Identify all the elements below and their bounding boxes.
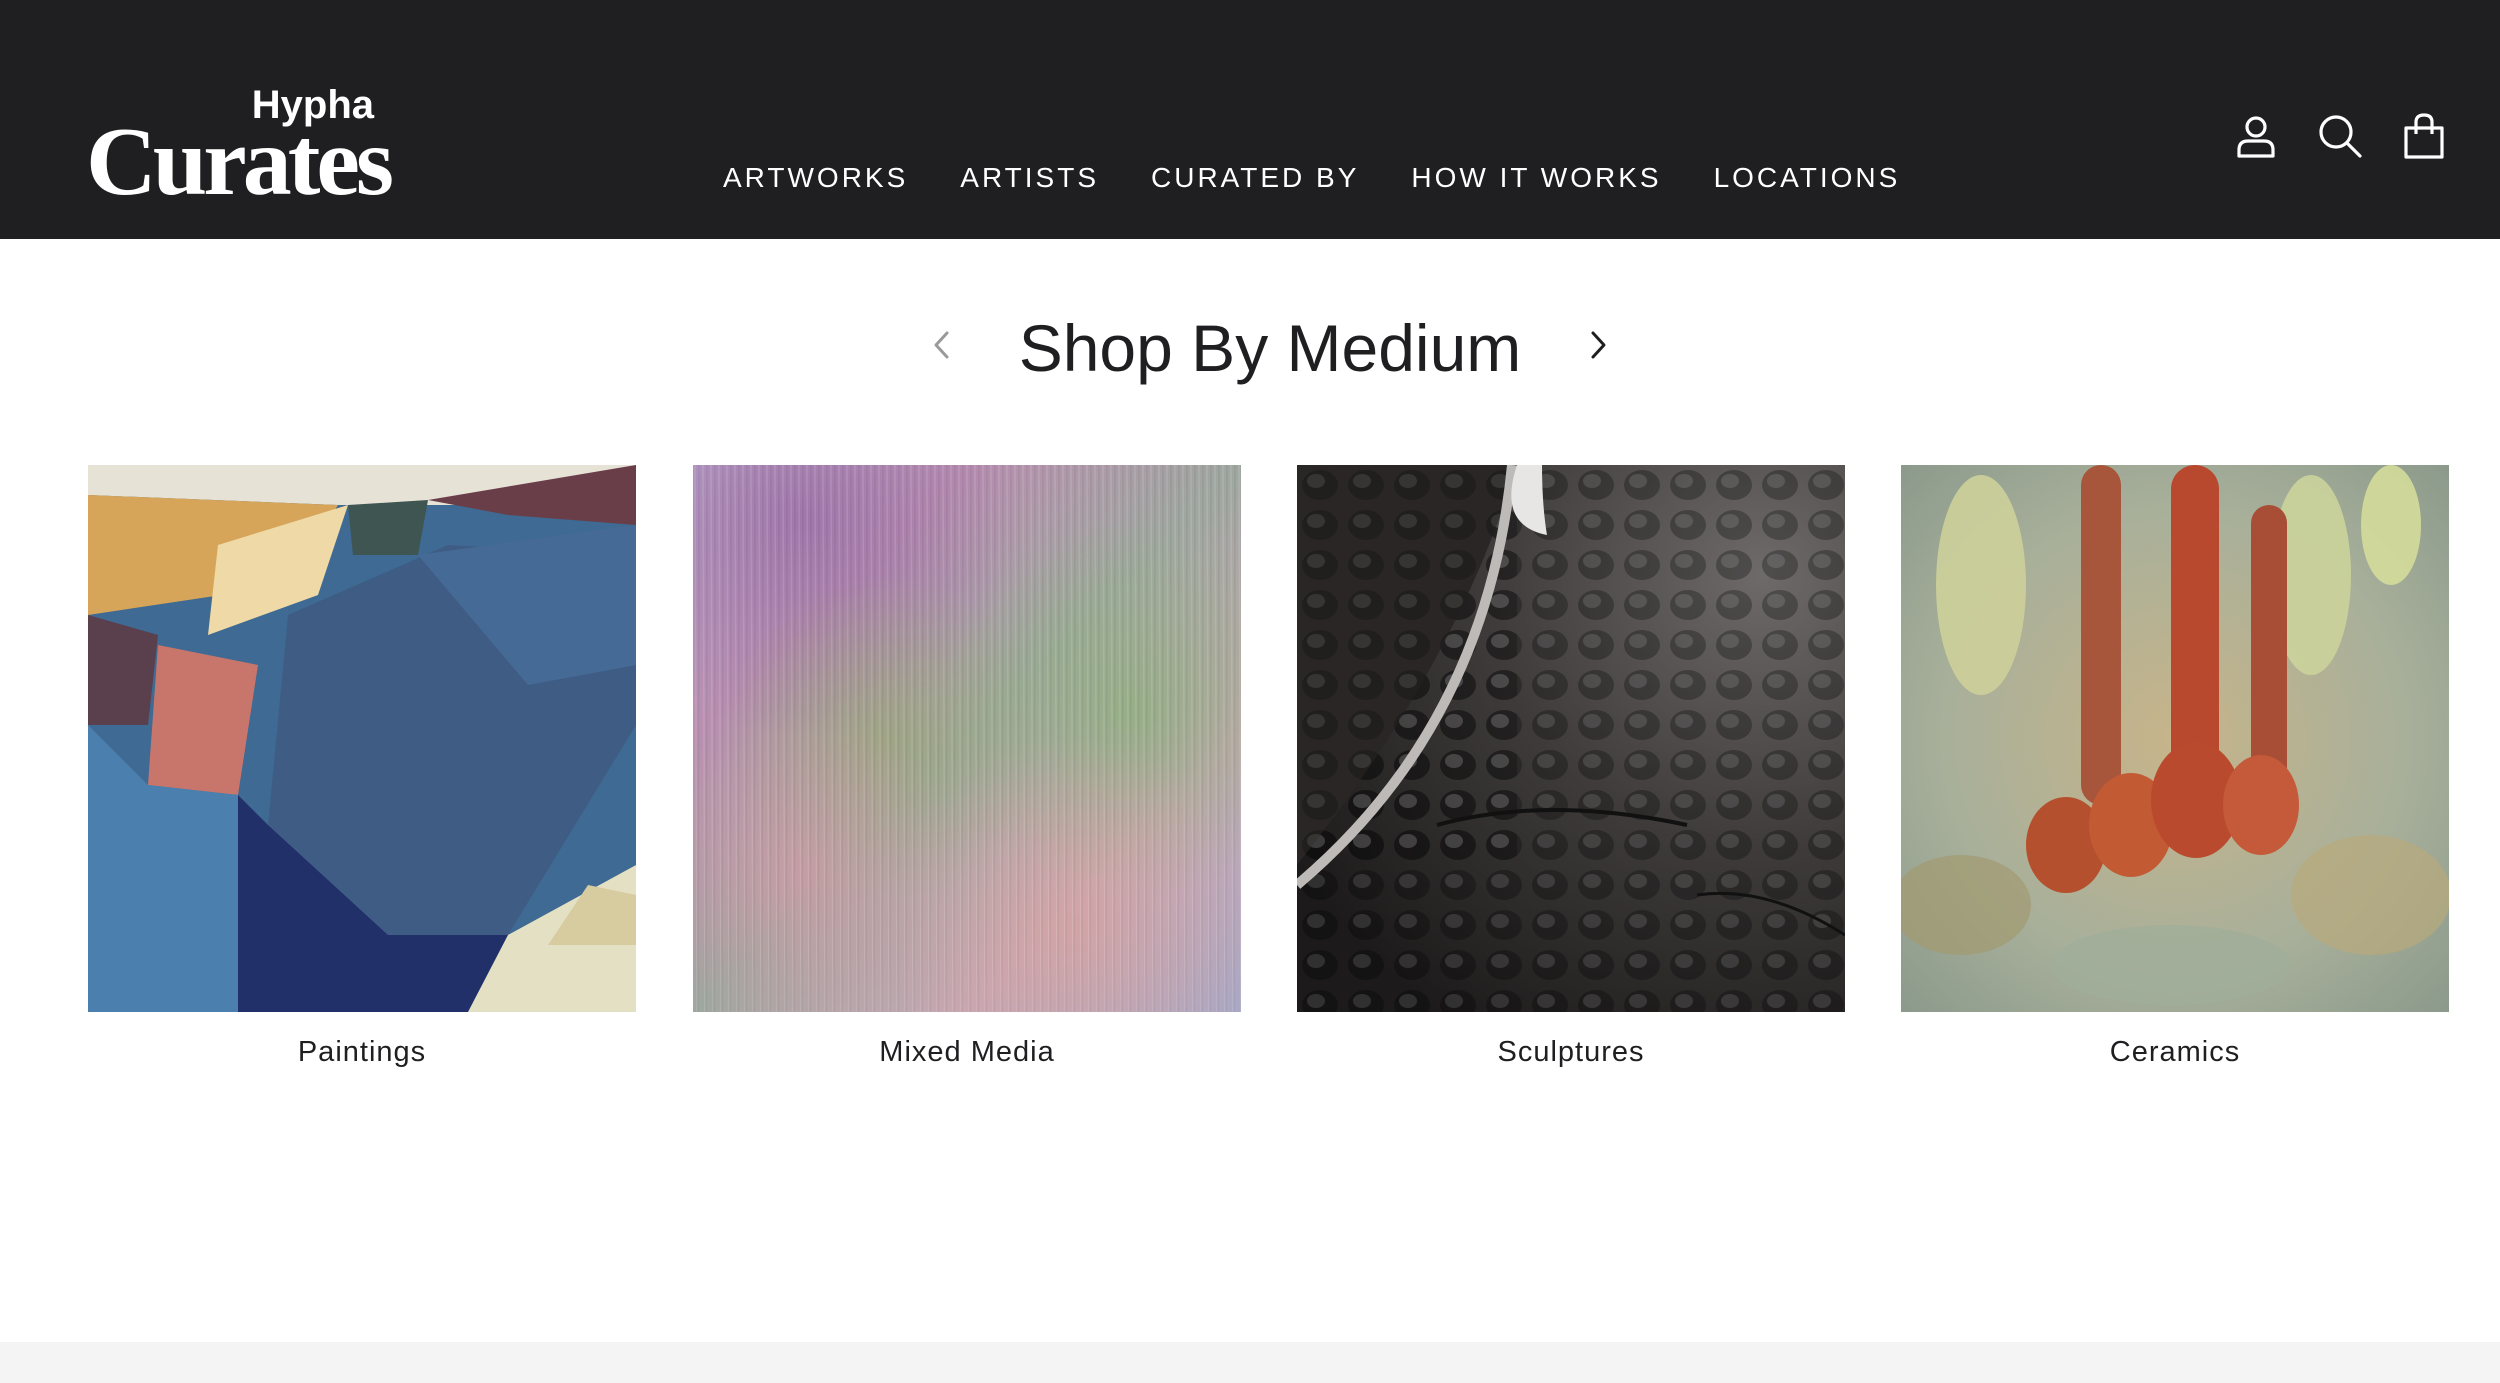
logo-wordmark: Curates xyxy=(86,108,394,216)
medium-card-ceramics[interactable]: Ceramics xyxy=(1901,465,2449,1070)
ceramics-image xyxy=(1901,465,2449,1012)
nav-locations[interactable]: LOCATIONS xyxy=(1714,160,1901,200)
carousel-next-button[interactable] xyxy=(1578,322,1618,368)
search-icon[interactable] xyxy=(2316,112,2364,160)
medium-card-sculptures[interactable]: Sculptures xyxy=(1297,465,1845,1070)
main-nav: ARTWORKS ARTISTS CURATED BY HOW IT WORKS… xyxy=(723,160,1952,200)
footer-strip xyxy=(0,1342,2500,1383)
medium-card-paintings[interactable]: Paintings xyxy=(88,465,636,1070)
nav-curated-by[interactable]: CURATED BY xyxy=(1151,160,1359,200)
nav-artists[interactable]: ARTISTS xyxy=(960,160,1099,200)
card-label: Sculptures xyxy=(1497,1036,1645,1068)
mixed-media-image xyxy=(693,465,1241,1012)
carousel-prev-button[interactable] xyxy=(922,322,962,368)
section-heading: Shop By Medium xyxy=(0,300,2500,390)
account-icon[interactable] xyxy=(2232,112,2280,160)
section-title: Shop By Medium xyxy=(1018,311,1522,385)
cart-icon[interactable] xyxy=(2400,112,2448,160)
card-label: Paintings xyxy=(297,1036,427,1068)
nav-how-it-works[interactable]: HOW IT WORKS xyxy=(1411,160,1661,200)
card-label: Ceramics xyxy=(2109,1036,2241,1068)
card-label: Mixed Media xyxy=(879,1036,1055,1068)
site-header: Hypha Curates ARTWORKS ARTISTS CURATED B… xyxy=(0,0,2500,239)
sculptures-image xyxy=(1297,465,1845,1012)
paintings-image xyxy=(88,465,636,1012)
nav-artworks[interactable]: ARTWORKS xyxy=(723,160,908,200)
site-logo[interactable]: Hypha Curates xyxy=(86,82,394,212)
medium-card-mixed-media[interactable]: Mixed Media xyxy=(693,465,1241,1070)
